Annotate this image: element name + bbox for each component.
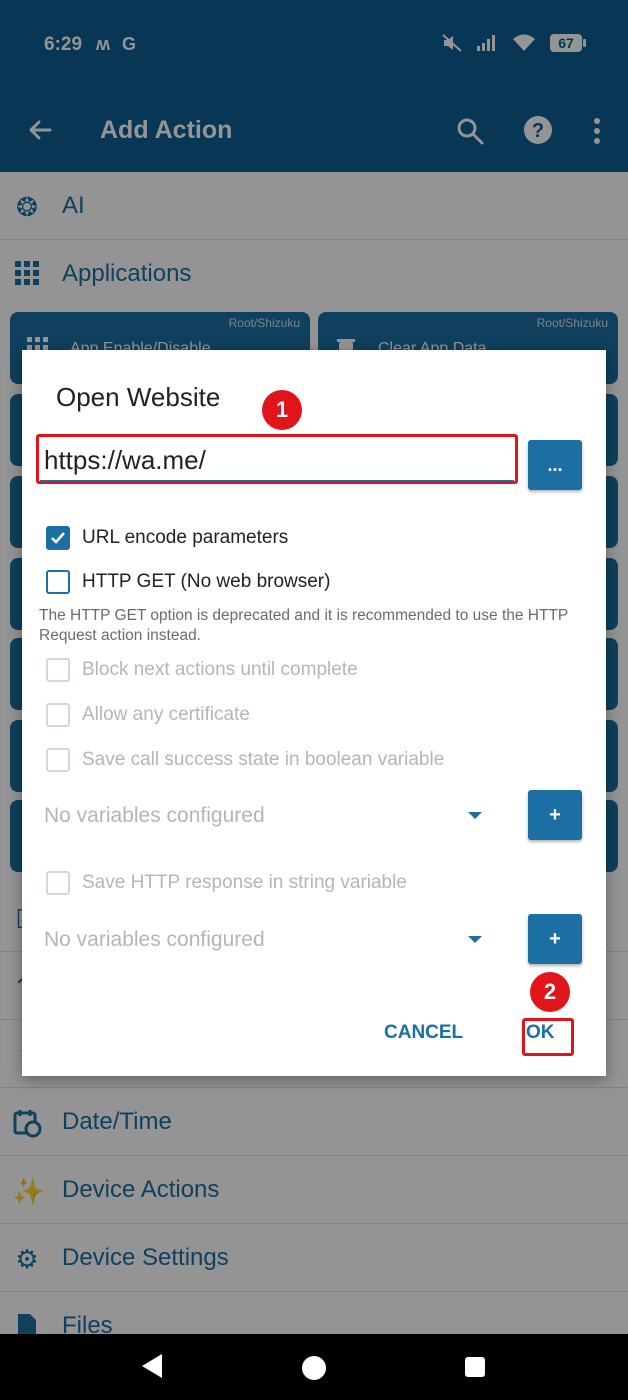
callout-badge-2: 2 xyxy=(530,972,570,1012)
navigation-bar xyxy=(0,1334,628,1400)
nav-home-icon[interactable] xyxy=(302,1356,326,1380)
callout-badge-1: 1 xyxy=(262,390,302,430)
dropdown-arrow-icon xyxy=(468,936,482,943)
cancel-button[interactable]: CANCEL xyxy=(384,1022,463,1044)
url-encode-option[interactable]: URL encode parameters xyxy=(46,526,288,550)
deprecation-note: The HTTP GET option is deprecated and it… xyxy=(39,607,568,644)
url-encode-checkbox[interactable] xyxy=(46,526,70,550)
add-string-variable-button[interactable]: + xyxy=(528,914,582,964)
allow-cert-option: Allow any certificate xyxy=(46,703,250,727)
allow-cert-checkbox xyxy=(46,703,70,727)
dropdown-arrow-icon xyxy=(468,812,482,819)
http-get-checkbox[interactable] xyxy=(46,570,70,594)
save-success-checkbox xyxy=(46,748,70,772)
save-response-checkbox xyxy=(46,871,70,895)
ok-button[interactable]: OK xyxy=(526,1022,555,1044)
save-success-option: Save call success state in boolean varia… xyxy=(46,748,444,772)
add-boolean-variable-button[interactable]: + xyxy=(528,790,582,840)
boolean-variable-select[interactable]: No variables configured xyxy=(44,796,494,836)
open-website-dialog: Open Website ... URL encode parameters H… xyxy=(22,350,606,1076)
url-input[interactable] xyxy=(40,440,514,482)
http-get-option[interactable]: HTTP GET (No web browser) xyxy=(46,570,330,594)
block-next-option: Block next actions until complete xyxy=(46,658,358,682)
string-variable-select[interactable]: No variables configured xyxy=(44,920,494,960)
dialog-title: Open Website xyxy=(56,382,221,412)
save-response-option: Save HTTP response in string variable xyxy=(46,871,407,895)
check-icon xyxy=(51,532,65,544)
browse-options-button[interactable]: ... xyxy=(528,440,582,490)
nav-back-icon[interactable] xyxy=(142,1354,162,1378)
nav-recents-icon[interactable] xyxy=(465,1357,485,1377)
block-next-checkbox xyxy=(46,658,70,682)
